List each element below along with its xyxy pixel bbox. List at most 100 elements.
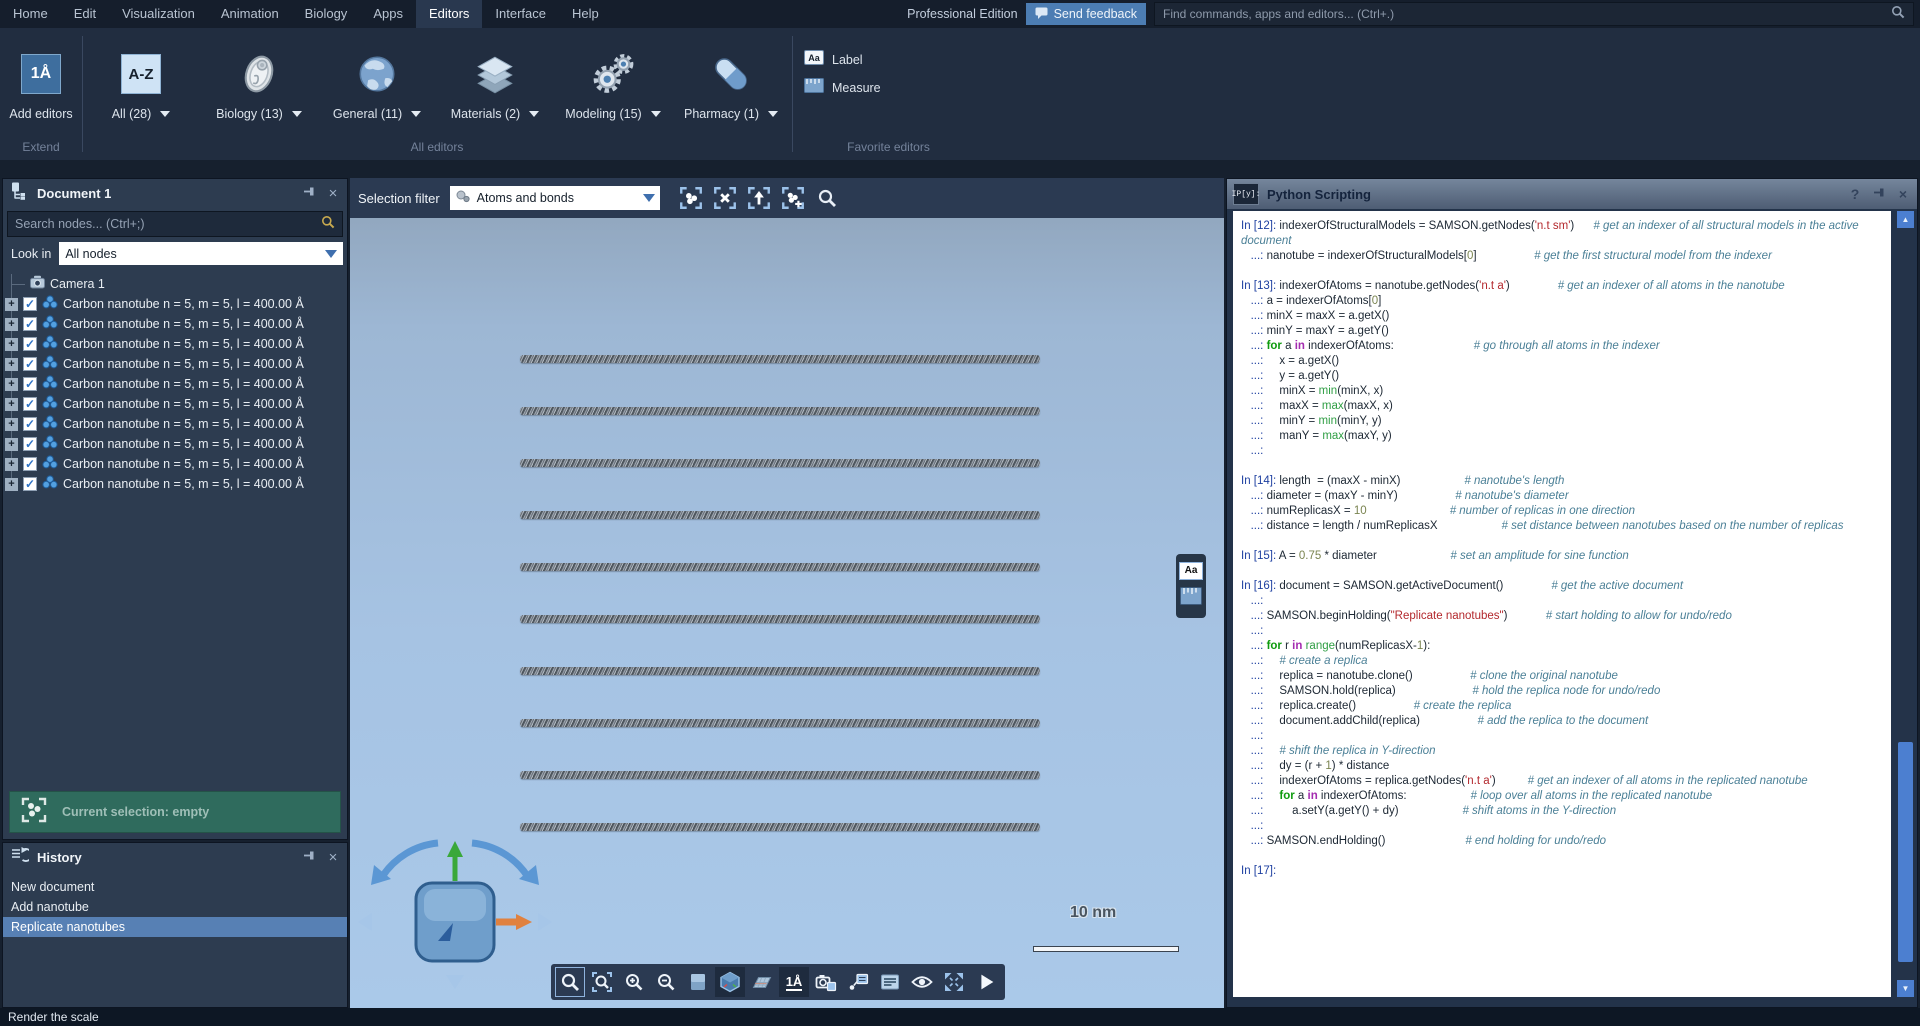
visibility-checkbox[interactable]: ✓: [23, 377, 37, 391]
label-editor-button[interactable]: Aa Label: [804, 50, 863, 70]
menu-item-editors[interactable]: Editors: [416, 0, 482, 28]
visibility-checkbox[interactable]: ✓: [23, 397, 37, 411]
visibility-checkbox[interactable]: ✓: [23, 457, 37, 471]
tree-row-nanotube[interactable]: +✓Carbon nanotube n = 5, m = 5, l = 400.…: [3, 474, 347, 494]
tree-row-nanotube[interactable]: +✓Carbon nanotube n = 5, m = 5, l = 400.…: [3, 334, 347, 354]
pin-icon[interactable]: [301, 849, 317, 865]
tree-row-nanotube[interactable]: +✓Carbon nanotube n = 5, m = 5, l = 400.…: [3, 454, 347, 474]
editor-category-pharmacy[interactable]: Pharmacy (1): [672, 28, 790, 121]
chevron-down-icon[interactable]: [651, 111, 661, 117]
visibility-checkbox[interactable]: ✓: [23, 357, 37, 371]
measure-tool-button[interactable]: [1180, 587, 1202, 610]
tree-row-nanotube[interactable]: +✓Carbon nanotube n = 5, m = 5, l = 400.…: [3, 414, 347, 434]
fullscreen-button[interactable]: [939, 967, 969, 997]
menu-item-apps[interactable]: Apps: [360, 0, 416, 28]
console-line: ...:: [1241, 594, 1883, 609]
chevron-down-icon[interactable]: [768, 111, 778, 117]
editor-category-az[interactable]: A-ZAll (28): [82, 28, 200, 121]
send-feedback-button[interactable]: Send feedback: [1026, 3, 1146, 25]
help-icon[interactable]: ?: [1847, 186, 1863, 202]
look-in-value: All nodes: [65, 247, 319, 261]
expand-plus-icon[interactable]: +: [5, 478, 18, 491]
menu-item-help[interactable]: Help: [559, 0, 612, 28]
tree-row-camera[interactable]: Camera 1: [3, 274, 347, 294]
visibility-checkbox[interactable]: ✓: [23, 417, 37, 431]
scroll-up-button[interactable]: ▲: [1897, 211, 1914, 228]
expand-plus-icon[interactable]: +: [5, 398, 18, 411]
expand-plus-icon[interactable]: +: [5, 338, 18, 351]
tree-row-nanotube[interactable]: +✓Carbon nanotube n = 5, m = 5, l = 400.…: [3, 314, 347, 334]
menu-item-edit[interactable]: Edit: [61, 0, 109, 28]
expand-selection-button[interactable]: [778, 184, 808, 212]
history-item[interactable]: New document: [3, 877, 347, 897]
close-icon[interactable]: ×: [1895, 186, 1911, 202]
tree-row-nanotube[interactable]: +✓Carbon nanotube n = 5, m = 5, l = 400.…: [3, 354, 347, 374]
history-item[interactable]: Replicate nanotubes: [3, 917, 347, 937]
select-visible-button[interactable]: [676, 184, 706, 212]
visibility-button[interactable]: [907, 967, 937, 997]
expand-plus-icon[interactable]: +: [5, 318, 18, 331]
chevron-down-icon[interactable]: [160, 111, 170, 117]
expand-plus-icon[interactable]: +: [5, 438, 18, 451]
ground-plane-button[interactable]: [747, 967, 777, 997]
magnifier-button[interactable]: [555, 967, 585, 997]
editor-category-general[interactable]: General (11): [318, 28, 436, 121]
visibility-checkbox[interactable]: ✓: [23, 437, 37, 451]
chevron-down-icon[interactable]: [411, 111, 421, 117]
navigation-gizmo[interactable]: [350, 823, 560, 998]
editor-category-biology[interactable]: Biology (13): [200, 28, 318, 121]
scroll-thumb[interactable]: [1898, 742, 1913, 962]
expand-plus-icon[interactable]: +: [5, 458, 18, 471]
expand-plus-icon[interactable]: +: [5, 418, 18, 431]
pin-icon[interactable]: [301, 185, 317, 201]
menu-item-interface[interactable]: Interface: [482, 0, 559, 28]
menu-item-animation[interactable]: Animation: [208, 0, 292, 28]
measure-editor-button[interactable]: Measure: [804, 78, 881, 98]
zoom-out-button[interactable]: [651, 967, 681, 997]
visibility-checkbox[interactable]: ✓: [23, 477, 37, 491]
scale-1a-button[interactable]: 1Å: [779, 967, 809, 997]
expand-plus-icon[interactable]: +: [5, 378, 18, 391]
presentation-button[interactable]: [875, 967, 905, 997]
zoom-search-button[interactable]: [812, 184, 842, 212]
visibility-checkbox[interactable]: ✓: [23, 297, 37, 311]
tree-row-nanotube[interactable]: +✓Carbon nanotube n = 5, m = 5, l = 400.…: [3, 294, 347, 314]
play-button[interactable]: [971, 967, 1001, 997]
python-console[interactable]: In [12]: indexerOfStructuralModels = SAM…: [1233, 211, 1891, 997]
tree-row-nanotube[interactable]: +✓Carbon nanotube n = 5, m = 5, l = 400.…: [3, 374, 347, 394]
menu-item-visualization[interactable]: Visualization: [109, 0, 208, 28]
scroll-down-button[interactable]: ▼: [1897, 980, 1914, 997]
history-item[interactable]: Add nanotube: [3, 897, 347, 917]
close-icon[interactable]: ×: [325, 186, 341, 201]
global-search-input[interactable]: Find commands, apps and editors... (Ctrl…: [1154, 2, 1914, 26]
magnifier-select-button[interactable]: [587, 967, 617, 997]
menu-item-biology[interactable]: Biology: [292, 0, 361, 28]
deselect-all-button[interactable]: [710, 184, 740, 212]
tree-row-nanotube[interactable]: +✓Carbon nanotube n = 5, m = 5, l = 400.…: [3, 434, 347, 454]
console-scrollbar[interactable]: ▲ ▼: [1897, 211, 1914, 997]
expand-plus-icon[interactable]: +: [5, 298, 18, 311]
editor-category-modeling[interactable]: Modeling (15): [554, 28, 672, 121]
zoom-in-button[interactable]: [619, 967, 649, 997]
label-tool-button[interactable]: Aa: [1179, 562, 1203, 580]
look-in-select[interactable]: All nodes: [59, 242, 343, 265]
background-button[interactable]: [683, 967, 713, 997]
nav-cube-button[interactable]: [715, 967, 745, 997]
select-up-button[interactable]: [744, 184, 774, 212]
pin-icon[interactable]: [1871, 186, 1887, 202]
expand-plus-icon[interactable]: +: [5, 358, 18, 371]
close-icon[interactable]: ×: [325, 850, 341, 865]
chevron-down-icon[interactable]: [529, 111, 539, 117]
viewport-canvas[interactable]: Selection filter Atoms and bonds 10 nm: [350, 178, 1224, 1008]
visibility-checkbox[interactable]: ✓: [23, 337, 37, 351]
editor-category-materials[interactable]: Materials (2): [436, 28, 554, 121]
tree-row-nanotube[interactable]: +✓Carbon nanotube n = 5, m = 5, l = 400.…: [3, 394, 347, 414]
menu-item-home[interactable]: Home: [0, 0, 61, 28]
add-editors-button[interactable]: 1Å Add editors: [0, 28, 82, 121]
chevron-down-icon[interactable]: [292, 111, 302, 117]
snapshot-button[interactable]: [811, 967, 841, 997]
node-search-input[interactable]: Search nodes... (Ctrl+;): [7, 211, 343, 237]
annotation-button[interactable]: [843, 967, 873, 997]
selection-filter-select[interactable]: Atoms and bonds: [450, 186, 660, 210]
visibility-checkbox[interactable]: ✓: [23, 317, 37, 331]
